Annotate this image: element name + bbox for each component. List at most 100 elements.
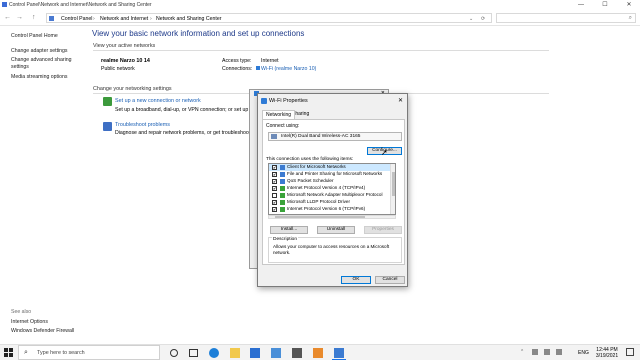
checkbox[interactable]: ✔ bbox=[272, 165, 277, 170]
adapter-field: Intel(R) Dual Band Wireless-AC 3165 bbox=[268, 132, 402, 141]
control-panel-taskbar-icon[interactable] bbox=[334, 348, 344, 358]
list-item[interactable]: ✔ Internet Protocol Version 4 (TCP/IPv4) bbox=[269, 185, 391, 192]
maximize-button[interactable]: ☐ bbox=[596, 0, 614, 10]
search-icon: ⌕ bbox=[24, 349, 28, 356]
item-label: Internet Protocol Version 4 (TCP/IPv4) bbox=[287, 185, 366, 190]
description-heading: Description bbox=[272, 237, 298, 242]
taskbar-search-box[interactable]: ⌕ Type here to search bbox=[18, 345, 160, 360]
list-item[interactable]: ✔ File and Printer Sharing for Microsoft … bbox=[269, 171, 391, 178]
back-button[interactable]: ← bbox=[4, 14, 11, 21]
troubleshoot-description: Diagnose and repair network problems, or… bbox=[115, 130, 254, 136]
language-indicator[interactable]: ENG bbox=[578, 350, 589, 356]
notifications-icon[interactable] bbox=[626, 348, 634, 356]
dropdown-icon[interactable]: ⌄ bbox=[469, 16, 473, 22]
search-input[interactable]: ⌕ bbox=[496, 13, 636, 23]
wifi-tray-icon[interactable] bbox=[532, 349, 538, 355]
install-button[interactable]: Install... bbox=[270, 226, 308, 234]
protocol-icon bbox=[280, 207, 285, 212]
setup-description: Set up a broadband, dial-up, or VPN conn… bbox=[115, 107, 259, 113]
cancel-button[interactable]: Cancel bbox=[375, 276, 405, 284]
minimize-button[interactable]: — bbox=[572, 0, 590, 10]
checkbox[interactable]: ✔ bbox=[272, 200, 277, 205]
list-item[interactable]: ✔ QoS Packet Scheduler bbox=[269, 178, 391, 185]
properties-button[interactable]: Properties bbox=[364, 226, 402, 234]
dialog-title: Wi-Fi Properties bbox=[269, 98, 308, 104]
network-type-link[interactable]: Public network bbox=[101, 66, 135, 72]
connect-using-label: Connect using: bbox=[266, 123, 300, 129]
mail-icon[interactable] bbox=[250, 348, 260, 358]
tray-chevron-up-icon[interactable]: ⌃ bbox=[520, 349, 524, 355]
protocol-icon bbox=[280, 193, 285, 198]
troubleshoot-icon bbox=[103, 122, 112, 131]
list-item[interactable]: ✔ Microsoft LLDP Protocol Driver bbox=[269, 199, 391, 206]
checkbox[interactable] bbox=[272, 193, 277, 198]
task-view-icon[interactable] bbox=[189, 349, 198, 357]
breadcrumb-sharing-center[interactable]: Network and Sharing Center bbox=[156, 16, 221, 22]
windows-start-icon[interactable] bbox=[4, 348, 13, 357]
change-adapter-settings-link[interactable]: Change adapter settings bbox=[11, 48, 68, 54]
battery-icon[interactable] bbox=[544, 349, 550, 355]
address-bar-row: ← → ↑ Control Panel › Network and Intern… bbox=[0, 10, 640, 26]
change-settings-heading: Change your networking settings bbox=[93, 86, 172, 92]
troubleshoot-link[interactable]: Troubleshoot problems bbox=[115, 122, 170, 128]
vertical-scrollbar[interactable] bbox=[390, 164, 395, 214]
see-also-heading: See also bbox=[11, 309, 32, 315]
store-icon[interactable] bbox=[271, 348, 281, 358]
uninstall-button[interactable]: Uninstall bbox=[317, 226, 355, 234]
firewall-link[interactable]: Windows Defender Firewall bbox=[11, 328, 74, 334]
volume-icon[interactable] bbox=[556, 349, 562, 355]
taskbar: ⌕ Type here to search ⌃ ENG 12:44 PM 3/1… bbox=[0, 344, 640, 360]
close-button[interactable]: ✕ bbox=[398, 97, 403, 104]
items-label: This connection uses the following items… bbox=[266, 157, 354, 162]
network-name: realme Narzo 10 14 bbox=[101, 58, 150, 64]
list-item[interactable]: ✔ Internet Protocol Version 6 (TCP/IPv6) bbox=[269, 206, 391, 213]
item-label: QoS Packet Scheduler bbox=[287, 178, 334, 183]
window-title: Control Panel\Network and Internet\Netwo… bbox=[9, 2, 152, 8]
file-explorer-icon[interactable] bbox=[230, 348, 240, 358]
edge-icon[interactable] bbox=[209, 348, 219, 358]
networking-tab-panel: Connect using: Intel(R) Dual Band Wirele… bbox=[262, 119, 405, 265]
breadcrumb-network-internet[interactable]: Network and Internet bbox=[100, 16, 148, 22]
item-label: Microsoft LLDP Protocol Driver bbox=[287, 199, 350, 204]
connections-label: Connections: bbox=[222, 66, 253, 72]
close-button[interactable]: ✕ bbox=[620, 0, 638, 10]
settings-icon[interactable] bbox=[292, 348, 302, 358]
control-panel-icon bbox=[49, 16, 54, 21]
wifi-properties-dialog: Wi-Fi Properties ✕ Networking Sharing Co… bbox=[257, 93, 408, 287]
scrollbar-thumb[interactable] bbox=[275, 216, 365, 218]
internet-options-link[interactable]: Internet Options bbox=[11, 319, 48, 325]
ok-button[interactable]: OK bbox=[341, 276, 371, 284]
scrollbar-thumb[interactable] bbox=[392, 172, 395, 196]
client-icon bbox=[280, 165, 285, 170]
list-item[interactable]: Microsoft Network Adapter Multiplexor Pr… bbox=[269, 192, 391, 199]
change-advanced-sharing-link[interactable]: Change advanced sharing bbox=[11, 57, 72, 63]
checkbox[interactable]: ✔ bbox=[272, 179, 277, 184]
list-item[interactable]: ✔ Client for Microsoft Networks bbox=[269, 164, 391, 171]
clock-date[interactable]: 3/19/2021 bbox=[593, 353, 621, 359]
up-button[interactable]: ↑ bbox=[32, 14, 36, 21]
checkbox[interactable]: ✔ bbox=[272, 186, 277, 191]
tab-networking[interactable]: Networking bbox=[262, 110, 296, 119]
address-field[interactable]: Control Panel › Network and Internet › N… bbox=[46, 13, 492, 23]
media-streaming-link[interactable]: Media streaming options bbox=[11, 74, 68, 80]
checkbox[interactable]: ✔ bbox=[272, 207, 277, 212]
checkbox[interactable]: ✔ bbox=[272, 172, 277, 177]
control-panel-home-link[interactable]: Control Panel Home bbox=[11, 33, 58, 39]
title-bar: Control Panel\Network and Internet\Netwo… bbox=[0, 0, 640, 10]
access-type-label: Access type: bbox=[222, 58, 252, 64]
cortana-icon[interactable] bbox=[170, 349, 178, 357]
refresh-icon[interactable]: ⟳ bbox=[481, 16, 485, 22]
item-label: Client for Microsoft Networks bbox=[287, 164, 346, 169]
components-list[interactable]: ✔ Client for Microsoft Networks ✔ File and… bbox=[268, 163, 396, 215]
mouse-cursor-icon: ➚ bbox=[381, 148, 388, 157]
active-networks-heading: View your active networks bbox=[93, 43, 156, 49]
app-icon[interactable] bbox=[313, 348, 323, 358]
breadcrumb-control-panel[interactable]: Control Panel bbox=[61, 16, 92, 22]
divider bbox=[93, 50, 549, 51]
change-advanced-sharing-link-line2[interactable]: settings bbox=[11, 64, 29, 70]
wifi-connection-link[interactable]: Wi-Fi (realme Narzo 10) bbox=[261, 66, 316, 72]
new-connection-icon bbox=[103, 97, 112, 106]
horizontal-scrollbar[interactable] bbox=[268, 215, 396, 219]
forward-button[interactable]: → bbox=[16, 14, 23, 21]
setup-connection-link[interactable]: Set up a new connection or network bbox=[115, 98, 201, 104]
